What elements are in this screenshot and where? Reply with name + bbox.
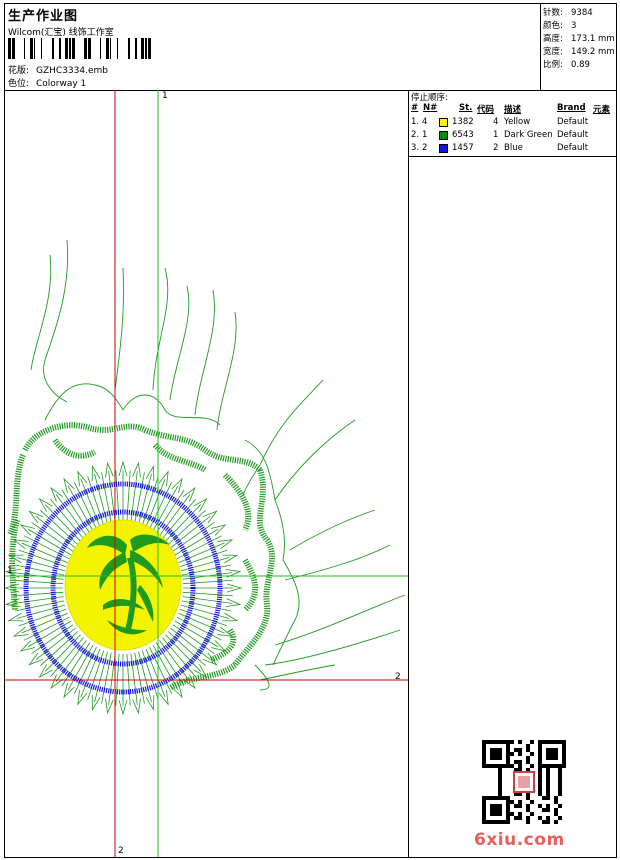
col-brand: Brand <box>557 103 586 113</box>
table-row: 3. 2 1457 2 Blue Default <box>411 143 589 153</box>
watermark-text: 6xiu.com <box>474 830 565 850</box>
barcode-icon <box>8 38 151 59</box>
axis-label-left: 1 <box>7 566 13 576</box>
color-swatch <box>439 131 448 140</box>
table-row: 1. 4 1382 4 Yellow Default <box>411 117 589 127</box>
color-swatch <box>439 144 448 153</box>
stop-sequence-table: 停止顺序: # N# St. 代码 描述 Brand 元素 1. 4 1382 … <box>409 90 616 157</box>
stat-stitches: 针数: 9384 <box>543 8 593 18</box>
color-info-panel: 停止顺序: # N# St. 代码 描述 Brand 元素 1. 4 1382 … <box>409 90 616 857</box>
qr-code-icon[interactable] <box>482 740 566 824</box>
sheet-header: 生产作业图 Wilcom(汇宝) 线饰工作室 花版: GZHC3334.emb 色… <box>5 4 616 91</box>
stat-height: 高度: 173.1 mm <box>543 34 615 44</box>
embroidery-design-image <box>5 90 408 857</box>
stat-scale: 比例: 0.89 <box>543 60 590 70</box>
design-stats: 针数: 9384 颜色: 3 高度: 173.1 mm 宽度: 149.2 mm 比例:… <box>540 4 617 90</box>
company-name: Wilcom(汇宝) 线饰工作室 <box>8 28 114 38</box>
col-element: 元素 <box>593 105 611 115</box>
colorway-row: 色位: Colorway 1 <box>8 76 86 89</box>
design-label: 花版: <box>8 66 30 76</box>
sheet-title: 生产作业图 <box>8 9 79 24</box>
table-row: 2. 1 6543 1 Dark Green Default <box>411 130 589 140</box>
color-swatch <box>439 118 448 127</box>
design-file-name: GZHC3334.emb <box>36 66 108 76</box>
production-sheet: 生产作业图 Wilcom(汇宝) 线饰工作室 花版: GZHC3334.emb 色… <box>4 3 617 858</box>
col-no: N# <box>423 103 438 113</box>
colorway-name: Colorway 1 <box>36 79 87 89</box>
colorway-label: 色位: <box>8 79 30 89</box>
col-description: 描述 <box>504 105 522 115</box>
guide-lines <box>5 90 408 857</box>
axis-label-right: 2 <box>395 672 401 682</box>
col-stitches: St. <box>459 103 473 113</box>
stat-colors: 颜色: 3 <box>543 21 577 31</box>
stat-width: 宽度: 149.2 mm <box>543 47 615 57</box>
design-preview: 1 1 2 2 <box>5 90 409 857</box>
col-code: 代码 <box>477 105 495 115</box>
axis-label-top: 1 <box>162 91 168 101</box>
axis-label-bottom: 2 <box>118 846 124 856</box>
col-num: # <box>411 103 419 113</box>
stop-sequence-title: 停止顺序: <box>411 93 448 103</box>
design-file-row: 花版: GZHC3334.emb <box>8 63 108 76</box>
